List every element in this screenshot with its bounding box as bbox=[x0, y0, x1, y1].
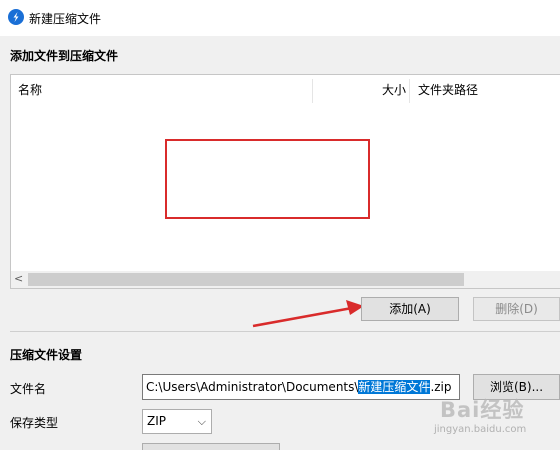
save-type-label: 保存类型 bbox=[10, 416, 59, 430]
filename-label: 文件名 bbox=[10, 382, 47, 396]
save-type-value: ZIP bbox=[147, 414, 166, 428]
watermark-brand: Bai经验 bbox=[440, 398, 525, 422]
delete-button[interactable]: 删除(D) bbox=[473, 297, 560, 321]
section-divider bbox=[10, 331, 560, 332]
add-button[interactable]: 添加(A) bbox=[361, 297, 459, 321]
partial-button-cutoff[interactable] bbox=[142, 443, 280, 450]
watermark: Bai经验 jingyan.baidu.com bbox=[432, 392, 560, 448]
archive-settings-section-title: 压缩文件设置 bbox=[10, 348, 83, 362]
watermark-url: jingyan.baidu.com bbox=[434, 424, 527, 435]
filename-prefix: C:\Users\Administrator\Documents\ bbox=[146, 380, 359, 394]
save-type-select[interactable]: ZIP ⌵ bbox=[142, 409, 212, 434]
chevron-down-icon: ⌵ bbox=[197, 415, 206, 428]
filename-selected-text: 新建压缩文件 bbox=[358, 380, 431, 394]
filename-input[interactable]: C:\Users\Administrator\Documents\新建压缩文件.… bbox=[142, 374, 460, 400]
